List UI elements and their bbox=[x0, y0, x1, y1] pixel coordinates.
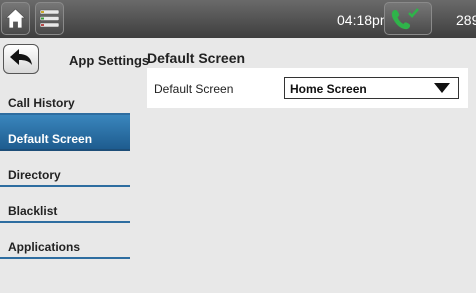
sidebar-item-label: Applications bbox=[8, 240, 81, 254]
setting-row-default-screen: Default Screen Home Screen bbox=[147, 68, 468, 108]
sidebar-item-label: Call History bbox=[8, 96, 75, 110]
menu-button[interactable] bbox=[35, 2, 64, 35]
sidebar-item-applications[interactable]: Applications bbox=[0, 223, 130, 259]
top-bar: 04:18pm 289 bbox=[0, 0, 476, 38]
back-button[interactable] bbox=[3, 44, 39, 74]
back-arrow-icon bbox=[10, 49, 32, 65]
sidebar-title: App Settings bbox=[69, 53, 150, 68]
home-button[interactable] bbox=[1, 2, 30, 35]
extension-number: 289 bbox=[456, 12, 476, 28]
default-screen-select[interactable]: Home Screen bbox=[284, 77, 459, 99]
home-icon bbox=[4, 8, 27, 29]
sidebar-item-directory[interactable]: Directory bbox=[0, 151, 130, 187]
chevron-down-icon bbox=[434, 83, 450, 93]
sidebar-item-blacklist[interactable]: Blacklist bbox=[0, 187, 130, 223]
phone-status-button[interactable] bbox=[384, 2, 432, 35]
sidebar-item-default-screen[interactable]: Default Screen bbox=[0, 115, 130, 151]
sidebar-item-label: Blacklist bbox=[8, 204, 58, 218]
sidebar-item-label: Directory bbox=[8, 168, 61, 182]
select-value: Home Screen bbox=[290, 82, 367, 96]
menu-list-icon bbox=[39, 9, 60, 28]
sidebar-item-call-history[interactable]: Call History bbox=[0, 79, 130, 115]
setting-label: Default Screen bbox=[154, 82, 234, 96]
page-title: Default Screen bbox=[147, 50, 246, 66]
phone-check-icon bbox=[391, 8, 419, 30]
sidebar-item-label: Default Screen bbox=[8, 132, 93, 146]
